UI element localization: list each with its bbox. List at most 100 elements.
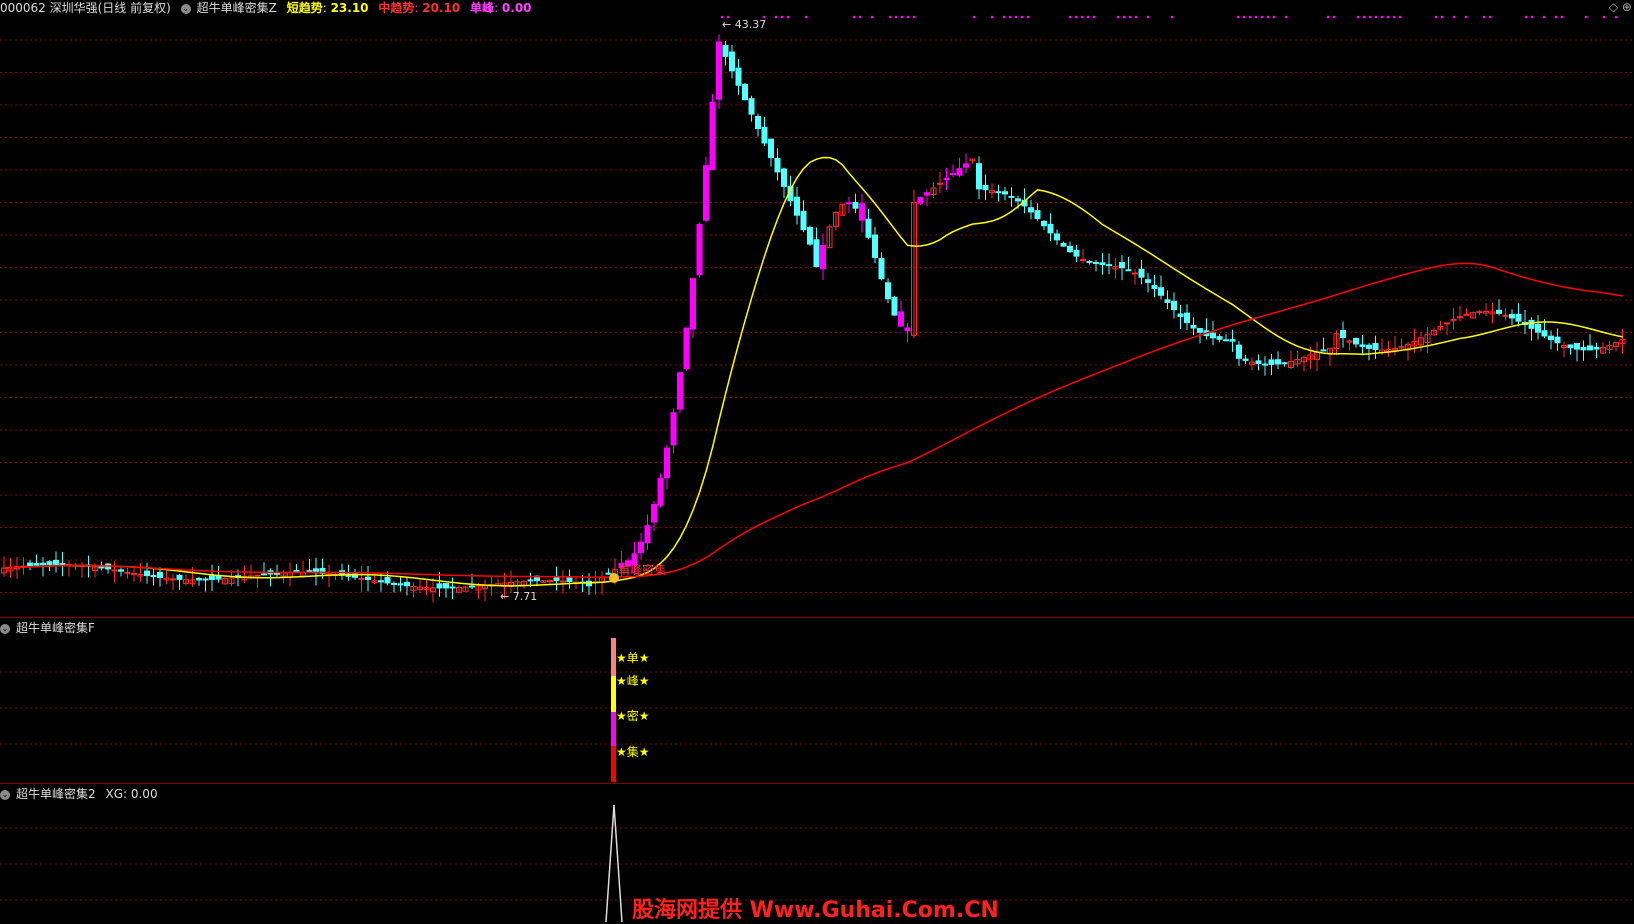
candle-body <box>865 218 872 238</box>
signal-dot <box>1086 15 1090 19</box>
candle-body <box>670 412 677 446</box>
signal-dot <box>852 15 856 19</box>
candle-body <box>1047 223 1054 234</box>
candle-body <box>781 168 787 187</box>
signal-dot <box>1554 15 1558 19</box>
candle-body <box>664 447 670 479</box>
candle-body <box>794 196 800 216</box>
signal-dot <box>1092 15 1096 19</box>
candle-body <box>872 234 878 258</box>
signal-dot <box>1272 15 1276 19</box>
signal-dot <box>1398 15 1402 19</box>
price-chart[interactable]: ← 43.37 ← 7.71 单峰密集 ★单★ ★峰★ ★密★ ★集★ <box>0 0 1634 922</box>
star-label: ★峰★ <box>616 674 650 688</box>
candle-body <box>53 559 59 565</box>
signal-dot <box>1008 15 1012 19</box>
signal-dot <box>1614 15 1618 19</box>
signal-dot <box>1392 15 1396 19</box>
candle-body <box>1132 272 1138 275</box>
candle-body <box>111 569 118 572</box>
candle-body <box>1353 338 1359 345</box>
candle-body <box>1320 349 1327 352</box>
candle-body <box>846 202 852 205</box>
candle-body <box>449 586 456 589</box>
candle-body <box>813 239 820 268</box>
signal-dot <box>1530 15 1534 19</box>
signal-dot <box>1584 15 1588 19</box>
candle-body <box>1060 242 1067 247</box>
signal-dot <box>1524 15 1528 19</box>
candle-body <box>1184 312 1190 324</box>
candle-body <box>384 577 391 584</box>
candle-body <box>59 563 66 566</box>
candle-body <box>358 577 365 580</box>
candle-body <box>1106 264 1112 267</box>
star-label: ★密★ <box>616 708 650 723</box>
candle-body <box>124 571 131 574</box>
signal-dot <box>1380 15 1384 19</box>
candle-body <box>1262 363 1268 366</box>
candle-body <box>1528 319 1535 329</box>
signal-dot <box>1542 15 1546 19</box>
star-label: ★集★ <box>616 744 650 759</box>
signal-dot <box>1134 15 1138 19</box>
signal-dot <box>1080 15 1084 19</box>
candle-body <box>1535 323 1541 333</box>
candle-body <box>891 296 898 316</box>
candle-body <box>904 327 911 332</box>
candle-body <box>690 278 696 330</box>
signal-dot <box>912 15 916 19</box>
candle-body <box>1574 343 1580 350</box>
signal-dot <box>1362 15 1366 19</box>
candle-body <box>1444 322 1450 325</box>
candle-body <box>1567 344 1574 349</box>
candle-body <box>46 561 53 565</box>
candle-body <box>677 372 683 410</box>
candle-body <box>1086 260 1093 263</box>
candle-body <box>943 177 950 181</box>
signal-dot <box>1440 15 1444 19</box>
candle-body <box>885 282 891 300</box>
candle-body <box>118 569 124 572</box>
candle-body <box>170 578 176 581</box>
candle-body <box>397 583 404 586</box>
signal-dot <box>1386 15 1390 19</box>
candle-body <box>651 503 657 523</box>
candle-body <box>859 203 865 221</box>
candle-body <box>560 580 566 583</box>
candle-body <box>820 245 826 270</box>
signal-label: 单峰密集 <box>618 562 666 577</box>
candle-body <box>1034 210 1041 220</box>
signal-dot <box>1266 15 1270 19</box>
candle-body <box>1268 359 1275 365</box>
candle-body <box>1548 335 1554 341</box>
candle-body <box>40 562 46 566</box>
candle-body <box>443 583 449 589</box>
candle-body <box>1015 198 1021 202</box>
candle-body <box>995 191 1002 194</box>
candle-body <box>878 258 885 280</box>
candle-body <box>722 45 729 57</box>
signal-dot <box>774 15 778 19</box>
candle-body <box>1541 330 1548 337</box>
candle-body <box>1281 362 1288 365</box>
candle-body <box>1593 346 1600 350</box>
signal-dot <box>1002 15 1006 19</box>
candle-body <box>1515 313 1522 322</box>
signal-dot <box>1374 15 1378 19</box>
candle-body <box>1587 345 1593 351</box>
signal-dot <box>906 15 910 19</box>
signal-dot <box>780 15 784 19</box>
signal-dot <box>1014 15 1018 19</box>
candle-body <box>391 582 397 585</box>
candle-body <box>33 562 40 566</box>
candle-body <box>365 576 371 581</box>
candle-body <box>1151 284 1158 289</box>
candle-body <box>254 574 261 577</box>
candle-body <box>1275 359 1281 365</box>
signal-dot <box>870 15 874 19</box>
signal-dot <box>1074 15 1078 19</box>
signal-dot <box>1326 15 1330 19</box>
candle-body <box>1236 344 1242 359</box>
signal-dot <box>1260 15 1264 19</box>
